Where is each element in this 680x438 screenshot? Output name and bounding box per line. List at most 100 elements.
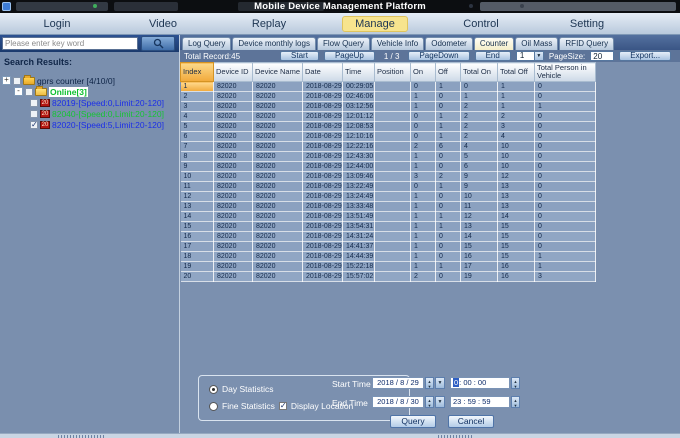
tab-strip: Log Query Device monthly logs Flow Query… [180,35,680,50]
table-row[interactable]: 2082020820202018-08-2915:57:022019163 [181,272,596,282]
menu-item-setting[interactable]: Setting [534,16,640,32]
table-cell: 13 [461,222,498,232]
checkbox[interactable] [30,110,38,118]
start-button[interactable]: Start [280,51,319,61]
collapse-icon[interactable]: - [14,87,23,96]
table-row[interactable]: 782020820202018-08-2912:22:16264100 [181,142,596,152]
table-cell: 2 [461,132,498,142]
spinner-icon[interactable]: ▲▼ [511,396,520,408]
tab-log-query[interactable]: Log Query [182,37,231,50]
tab-vehicle-info[interactable]: Vehicle Info [371,37,424,50]
column-header-total-person[interactable]: Total Person in Vehicle [535,63,596,82]
tab-device-monthly-logs[interactable]: Device monthly logs [232,37,316,50]
tab-counter[interactable]: Counter [474,37,514,50]
day-statistics-option[interactable]: Day Statistics [209,384,274,394]
tree-item-device[interactable]: 2082020-[Speed:5,Limit:20-120] [2,119,179,130]
radio-selected-icon[interactable] [209,385,218,394]
table-cell [375,122,411,132]
page-up-button[interactable]: PageUp [324,51,375,61]
checkbox[interactable] [30,121,38,129]
tab-oil-mass[interactable]: Oil Mass [515,37,558,50]
tree-item-device[interactable]: 2082019-[Speed:0,Limit:20-120] [2,97,179,108]
expand-icon[interactable]: + [2,76,11,85]
table-cell: 82020 [214,202,253,212]
tree-item-device[interactable]: 2082040-[Speed:0,Limit:20-120] [2,108,179,119]
table-row[interactable]: 982020820202018-08-2912:44:00106100 [181,162,596,172]
tab-odometer[interactable]: Odometer [425,37,473,50]
start-time-field[interactable]: 0: 00 : 00 [450,377,510,389]
table-cell [375,272,411,282]
table-cell: 82020 [253,252,303,262]
end-date-field[interactable]: 2018 / 8 / 30 [372,396,424,408]
table-row[interactable]: 1582020820202018-08-2913:54:311113150 [181,222,596,232]
menu-item-video[interactable]: Video [110,16,216,32]
table-cell: 1 [461,92,498,102]
calendar-dropdown-icon[interactable]: ▼ [435,396,445,408]
tab-rfid-query[interactable]: RFID Query [559,37,614,50]
column-header-time[interactable]: Time [343,63,375,82]
column-header-position[interactable]: Position [375,63,411,82]
column-header-total-off[interactable]: Total Off [498,63,535,82]
table-cell: 2018-08-29 [303,232,343,242]
menu-item-control[interactable]: Control [428,16,534,32]
table-cell [375,172,411,182]
end-time-field[interactable]: 23 : 59 : 59 [450,396,510,408]
table-row[interactable]: 882020820202018-08-2912:43:30105100 [181,152,596,162]
folder-icon [23,77,35,85]
table-row[interactable]: 1082020820202018-08-2913:09:46329120 [181,172,596,182]
table-cell [375,152,411,162]
table-row[interactable]: 382020820202018-08-2903:12:5610211 [181,102,596,112]
radio-icon[interactable] [209,402,218,411]
search-button[interactable] [141,36,175,51]
table-cell: 11 [181,182,214,192]
tree-item-group[interactable]: + gprs counter [4/10/0] [2,75,179,86]
table-row[interactable]: 1782020820202018-08-2914:41:371015150 [181,242,596,252]
cancel-button[interactable]: Cancel [448,415,494,428]
column-header-device-name[interactable]: Device Name [253,63,303,82]
menu-item-replay[interactable]: Replay [216,16,322,32]
spinner-icon[interactable]: ▲▼ [425,396,434,408]
table-row[interactable]: 1282020820202018-08-2913:24:491010130 [181,192,596,202]
menu-item-login[interactable]: Login [4,16,110,32]
column-header-index[interactable]: Index [181,63,214,82]
tab-flow-query[interactable]: Flow Query [317,37,370,50]
column-header-on[interactable]: On [411,63,436,82]
column-header-total-on[interactable]: Total On [461,63,498,82]
table-row[interactable]: 1882020820202018-08-2914:44:391016151 [181,252,596,262]
spinner-icon[interactable]: ▲▼ [425,377,434,389]
checkbox[interactable] [30,99,38,107]
query-button[interactable]: Query [390,415,436,428]
chevron-down-icon[interactable]: ▼ [534,52,543,60]
end-button[interactable]: End [475,51,511,61]
checkbox[interactable] [13,77,21,85]
page-size-input[interactable] [590,51,614,61]
tree-item-online[interactable]: - Online[3] [2,86,179,97]
table-row[interactable]: 182020820202018-08-2900:29:0501010 [181,82,596,92]
table-row[interactable]: 1182020820202018-08-2913:22:49019130 [181,182,596,192]
table-row[interactable]: 1382020820202018-08-2913:33:481011130 [181,202,596,212]
column-header-off[interactable]: Off [436,63,461,82]
spinner-icon[interactable]: ▲▼ [511,377,520,389]
table-row[interactable]: 682020820202018-08-2912:10:1601240 [181,132,596,142]
table-row[interactable]: 582020820202018-08-2912:08:5301230 [181,122,596,132]
start-date-field[interactable]: 2018 / 8 / 29 [372,377,424,389]
table-cell: 1 [411,102,436,112]
menu-item-manage[interactable]: Manage [322,16,428,32]
calendar-dropdown-icon[interactable]: ▼ [435,377,445,389]
table-cell: 6 [461,162,498,172]
checkbox[interactable] [25,88,33,96]
page-down-button[interactable]: PageDown [408,51,469,61]
page-select[interactable]: 1 ▼ [516,51,544,61]
table-row[interactable]: 1482020820202018-08-2913:51:491112140 [181,212,596,222]
table-row[interactable]: 482020820202018-08-2912:01:1201220 [181,112,596,122]
table-row[interactable]: 1682020820202018-08-2914:31:241014150 [181,232,596,242]
display-location-checkbox[interactable] [279,402,287,410]
column-header-date[interactable]: Date [303,63,343,82]
export-button[interactable]: Export... [619,51,671,61]
search-input[interactable] [2,37,138,50]
table-row[interactable]: 282020820202018-08-2902:46:0610110 [181,92,596,102]
table-row[interactable]: 1982020820202018-08-2915:22:181117161 [181,262,596,272]
table-cell: 15 [498,222,535,232]
column-header-device-id[interactable]: Device ID [214,63,253,82]
table-cell: 12:22:16 [343,142,375,152]
